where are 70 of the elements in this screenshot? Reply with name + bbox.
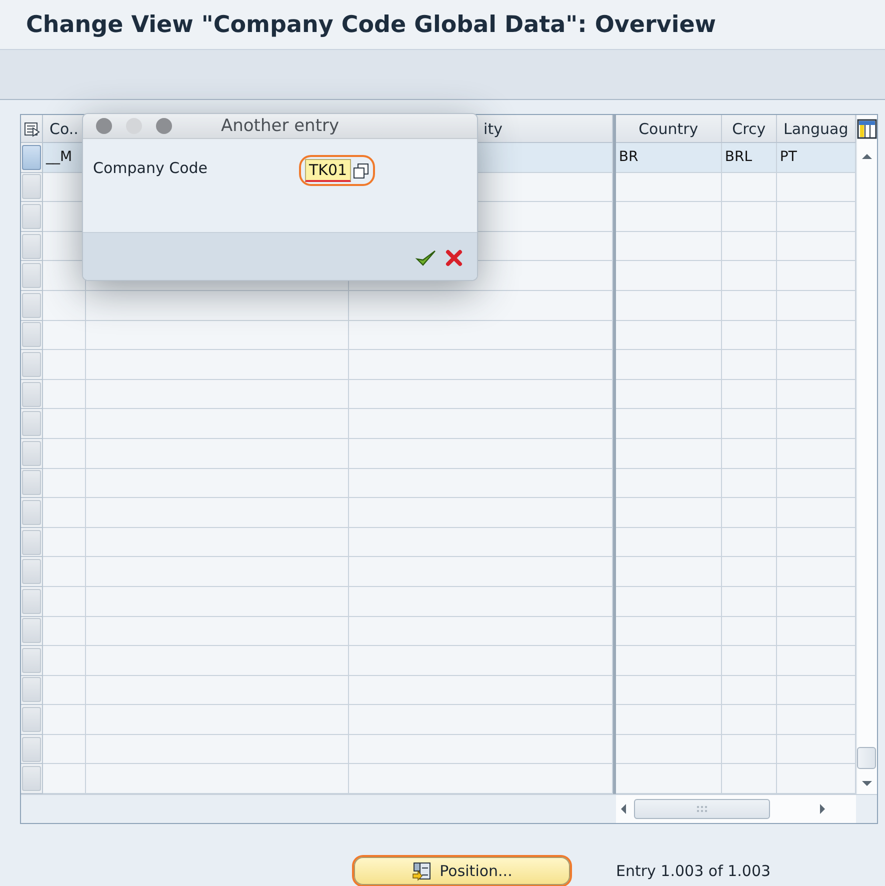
scroll-up-icon[interactable] xyxy=(860,152,873,162)
field-label: Company Code xyxy=(93,158,209,177)
column-header[interactable]: Languag xyxy=(783,120,848,138)
row-selector[interactable] xyxy=(22,707,41,732)
row-selector[interactable] xyxy=(22,411,41,436)
row-selector[interactable] xyxy=(22,588,41,614)
table-cell xyxy=(722,409,777,439)
row-selector[interactable] xyxy=(22,648,41,673)
row-selector[interactable] xyxy=(22,204,41,229)
row-selector[interactable] xyxy=(22,440,41,466)
scroll-down-icon[interactable] xyxy=(860,778,873,788)
row-selector[interactable] xyxy=(22,559,41,584)
window-zoom-icon[interactable] xyxy=(155,117,173,135)
table-cell xyxy=(722,438,777,469)
row-selector[interactable] xyxy=(22,322,41,348)
table-cell xyxy=(722,202,777,232)
row-selector[interactable] xyxy=(22,352,41,377)
table-cell xyxy=(722,646,777,676)
table-cell xyxy=(722,380,777,410)
row-selector[interactable] xyxy=(22,677,41,702)
cancel-icon[interactable] xyxy=(445,249,463,267)
row-selector[interactable] xyxy=(22,766,41,792)
row-selector[interactable] xyxy=(22,234,41,259)
window-close-icon[interactable] xyxy=(95,117,113,135)
table-cell xyxy=(722,261,777,291)
table-cell xyxy=(722,232,777,262)
scroll-right-icon[interactable] xyxy=(818,803,826,816)
column-header[interactable]: ity xyxy=(484,120,502,138)
table-cell xyxy=(722,557,777,587)
table-cell xyxy=(722,616,777,646)
entry-count: Entry 1.003 of 1.003 xyxy=(616,862,771,880)
table-cell xyxy=(722,320,777,350)
table-cell xyxy=(722,468,777,498)
row-selector[interactable] xyxy=(22,736,41,762)
table-cell xyxy=(722,172,777,202)
row-selector[interactable] xyxy=(22,618,41,644)
column-header[interactable]: Crcy xyxy=(732,120,766,138)
row-selector[interactable] xyxy=(22,530,41,555)
column-header[interactable]: Country xyxy=(638,120,698,138)
scrollbar-thumb[interactable] xyxy=(857,747,876,770)
scrollbar-thumb[interactable] xyxy=(634,799,770,820)
table-cell xyxy=(722,586,777,616)
table-cell: BR xyxy=(616,143,722,173)
dialog-title: Another entry xyxy=(221,116,340,136)
position-button[interactable]: Position... xyxy=(354,857,570,886)
select-all-icon[interactable] xyxy=(24,120,40,136)
search-help-icon[interactable] xyxy=(353,162,370,178)
table-cell: PT xyxy=(776,143,856,173)
position-icon xyxy=(412,861,432,882)
window-title: Change View "Company Code Global Data": Overview xyxy=(26,12,716,38)
column-settings-icon[interactable] xyxy=(856,119,877,139)
table-cell xyxy=(722,498,777,528)
row-selector[interactable] xyxy=(22,144,41,170)
table-cell: BRL xyxy=(722,143,777,173)
table-cell xyxy=(722,350,777,380)
table-cell xyxy=(722,676,777,706)
window-minimize-icon[interactable] xyxy=(125,117,143,135)
row-selector[interactable] xyxy=(22,263,41,288)
table-cell xyxy=(722,290,777,321)
row-selector[interactable] xyxy=(22,470,41,496)
table-cell xyxy=(722,734,777,764)
row-selector[interactable] xyxy=(22,382,41,407)
row-selector[interactable] xyxy=(22,174,41,200)
row-selector[interactable] xyxy=(22,292,41,318)
scroll-left-icon[interactable] xyxy=(620,803,628,816)
confirm-check-icon[interactable] xyxy=(415,248,437,268)
column-header[interactable]: Co.. xyxy=(50,120,78,138)
table-cell xyxy=(722,705,777,735)
row-selector[interactable] xyxy=(22,500,41,525)
table-cell xyxy=(722,528,777,558)
